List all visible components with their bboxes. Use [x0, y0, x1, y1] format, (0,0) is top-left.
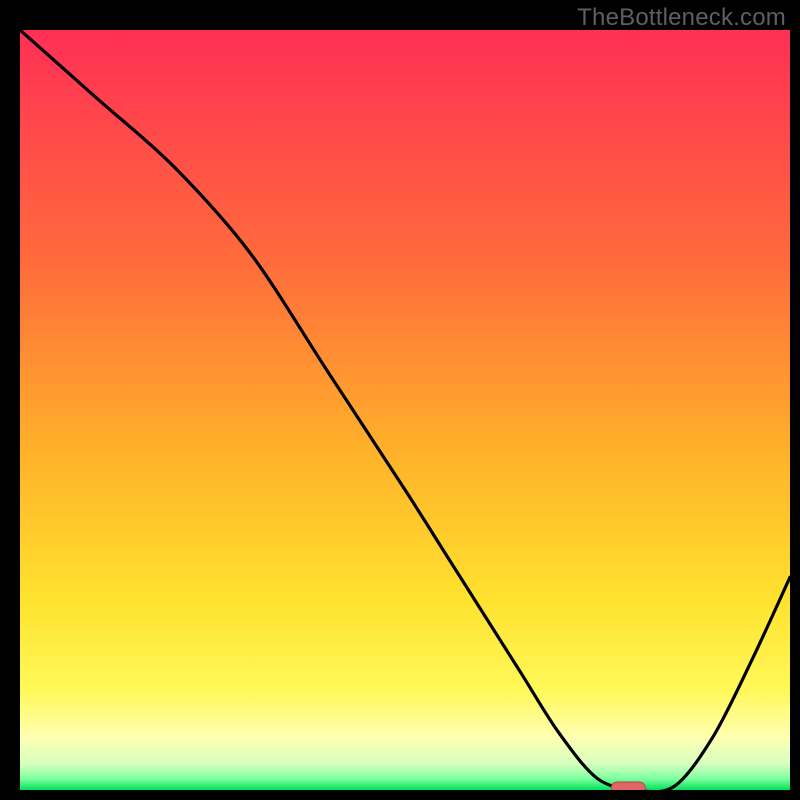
- watermark-text: TheBottleneck.com: [577, 4, 786, 32]
- chart-svg: [20, 30, 790, 790]
- optimal-marker: [611, 782, 645, 790]
- chart-plot: [20, 30, 790, 790]
- chart-gradient-background: [20, 30, 790, 790]
- chart-container: TheBottleneck.com: [0, 0, 800, 800]
